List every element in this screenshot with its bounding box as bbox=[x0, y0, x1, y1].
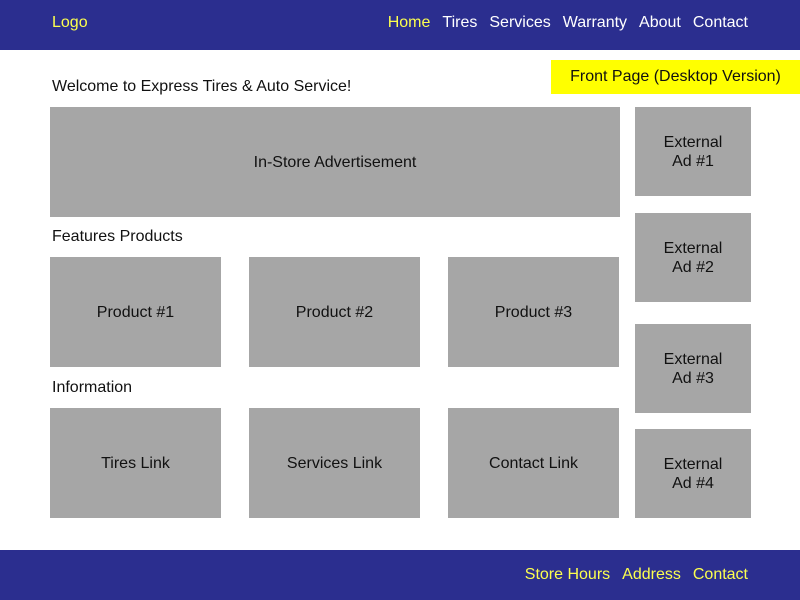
footer-store-hours-link[interactable]: Store Hours bbox=[525, 566, 610, 584]
tires-link-card[interactable]: Tires Link bbox=[50, 408, 221, 518]
product-label: Product #3 bbox=[494, 303, 573, 321]
welcome-text: Welcome to Express Tires & Auto Service! bbox=[52, 78, 352, 95]
nav-tires[interactable]: Tires bbox=[442, 14, 477, 32]
nav-about[interactable]: About bbox=[639, 14, 681, 32]
contact-link-card[interactable]: Contact Link bbox=[448, 408, 619, 518]
logo-link[interactable]: Logo bbox=[52, 14, 88, 32]
external-ad-label: External Ad #3 bbox=[663, 350, 723, 387]
information-heading: Information bbox=[52, 379, 133, 396]
in-store-advertisement-label: In-Store Advertisement bbox=[253, 153, 417, 171]
nav-contact[interactable]: Contact bbox=[693, 14, 748, 32]
footer-address-link[interactable]: Address bbox=[622, 566, 681, 584]
info-link-label: Contact Link bbox=[489, 454, 578, 472]
nav-warranty[interactable]: Warranty bbox=[563, 14, 627, 32]
info-link-label: Tires Link bbox=[101, 454, 170, 472]
external-ad-label: External Ad #1 bbox=[663, 133, 723, 170]
nav-services[interactable]: Services bbox=[489, 14, 550, 32]
site-header: Logo Home Tires Services Warranty About … bbox=[0, 0, 800, 50]
external-ad-label: External Ad #4 bbox=[663, 455, 723, 492]
site-footer: Store Hours Address Contact bbox=[0, 550, 800, 600]
product-label: Product #1 bbox=[96, 303, 175, 321]
external-ad-label: External Ad #2 bbox=[663, 239, 723, 276]
product-card-1[interactable]: Product #1 bbox=[50, 257, 221, 367]
info-link-label: Services Link bbox=[286, 454, 383, 472]
external-ad-3[interactable]: External Ad #3 bbox=[635, 324, 751, 413]
external-ad-1[interactable]: External Ad #1 bbox=[635, 107, 751, 196]
product-label: Product #2 bbox=[295, 303, 374, 321]
external-ad-2[interactable]: External Ad #2 bbox=[635, 213, 751, 302]
nav-home[interactable]: Home bbox=[388, 14, 431, 32]
product-card-3[interactable]: Product #3 bbox=[448, 257, 619, 367]
main-nav: Home Tires Services Warranty About Conta… bbox=[388, 14, 748, 32]
product-card-2[interactable]: Product #2 bbox=[249, 257, 420, 367]
services-link-card[interactable]: Services Link bbox=[249, 408, 420, 518]
version-tag: Front Page (Desktop Version) bbox=[551, 60, 800, 94]
in-store-advertisement[interactable]: In-Store Advertisement bbox=[50, 107, 620, 217]
external-ad-4[interactable]: External Ad #4 bbox=[635, 429, 751, 518]
featured-products-heading: Features Products bbox=[52, 228, 183, 245]
footer-contact-link[interactable]: Contact bbox=[693, 566, 748, 584]
footer-links: Store Hours Address Contact bbox=[525, 566, 748, 584]
